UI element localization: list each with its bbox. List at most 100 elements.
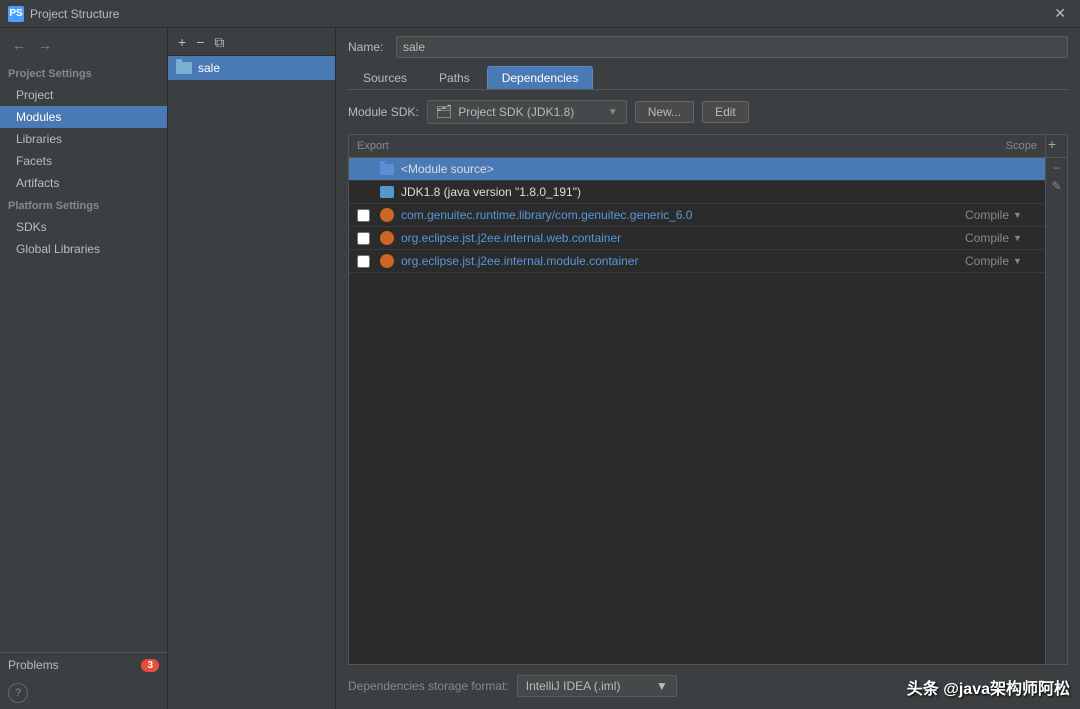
forward-button[interactable]: → <box>34 36 56 54</box>
dep-row-4-check <box>349 255 377 268</box>
module-name: sale <box>198 61 220 75</box>
sdk-dropdown-text: Project SDK (JDK1.8) <box>458 105 602 119</box>
module-list-item-sale[interactable]: sale <box>168 56 335 80</box>
dep-row-4-checkbox[interactable] <box>357 255 370 268</box>
name-input[interactable] <box>396 36 1068 58</box>
dep-row-3-checkbox[interactable] <box>357 232 370 245</box>
module-list-panel: + − ⧉ sale <box>168 28 336 709</box>
sidebar-nav: ← → <box>0 32 167 58</box>
dep-row-3-scope-text: Compile <box>965 231 1009 245</box>
dep-row-2-checkbox[interactable] <box>357 209 370 222</box>
sdk-label: Module SDK: <box>348 105 419 119</box>
dep-row-4-name: org.eclipse.jst.j2ee.internal.module.con… <box>401 254 965 268</box>
col-name-header <box>429 138 955 154</box>
dep-row-3-icon <box>377 231 397 245</box>
problems-label: Problems <box>8 658 59 672</box>
dep-row-2[interactable]: com.genuitec.runtime.library/com.genuite… <box>349 204 1045 227</box>
jdk-icon <box>380 186 394 198</box>
dep-row-1[interactable]: JDK1.8 (java version "1.8.0_191") <box>349 181 1045 204</box>
problems-row[interactable]: Problems 3 <box>0 652 167 677</box>
sidebar-item-artifacts[interactable]: Artifacts <box>0 172 167 194</box>
dep-table: Export Scope + <Module <box>348 134 1068 665</box>
sdk-dropdown-icon: 🗂 <box>436 104 453 120</box>
dep-row-4-icon <box>377 254 397 268</box>
dep-table-header: Export Scope <box>349 135 1045 158</box>
sdk-edit-button[interactable]: Edit <box>702 101 749 123</box>
sidebar-item-global-libraries[interactable]: Global Libraries <box>0 238 167 260</box>
platform-settings-header: Platform Settings <box>0 194 167 216</box>
folder-blue-icon <box>380 164 394 175</box>
sidebar-item-project[interactable]: Project <box>0 84 167 106</box>
dep-minus-button[interactable]: − <box>1051 160 1062 176</box>
help-button[interactable]: ? <box>8 683 28 703</box>
name-row: Name: <box>348 36 1068 58</box>
dep-side-panel: − ✎ <box>1045 158 1067 664</box>
dep-row-4-scope-arrow[interactable]: ▼ <box>1013 256 1022 266</box>
window-title: Project Structure <box>30 7 119 21</box>
name-label: Name: <box>348 40 388 54</box>
dep-row-4-scope-text: Compile <box>965 254 1009 268</box>
storage-format-row: Dependencies storage format: IntelliJ ID… <box>348 675 1068 701</box>
dep-row-1-name: JDK1.8 (java version "1.8.0_191") <box>401 185 965 199</box>
tab-sources[interactable]: Sources <box>348 66 422 89</box>
tabs-row: Sources Paths Dependencies <box>348 66 1068 90</box>
tab-dependencies[interactable]: Dependencies <box>487 66 594 89</box>
jar-icon-2 <box>380 208 394 222</box>
dep-row-3-scope-arrow[interactable]: ▼ <box>1013 233 1022 243</box>
module-folder-icon <box>176 62 192 74</box>
dep-row-2-icon <box>377 208 397 222</box>
col-scope-header: Scope <box>955 138 1045 154</box>
sdk-dropdown-arrow-icon: ▼ <box>608 107 618 118</box>
dep-row-0-icon <box>377 164 397 175</box>
sidebar-item-libraries[interactable]: Libraries <box>0 128 167 150</box>
sidebar-item-sdks[interactable]: SDKs <box>0 216 167 238</box>
sdk-row: Module SDK: 🗂 Project SDK (JDK1.8) ▼ New… <box>348 100 1068 124</box>
module-list-toolbar: + − ⧉ <box>168 28 335 56</box>
dep-row-2-scope-text: Compile <box>965 208 1009 222</box>
copy-module-button[interactable]: ⧉ <box>210 34 228 50</box>
dep-row-3-name: org.eclipse.jst.j2ee.internal.web.contai… <box>401 231 965 245</box>
col-export-header: Export <box>349 138 429 154</box>
dep-row-2-scope: Compile ▼ <box>965 208 1045 222</box>
title-bar: PS Project Structure ✕ <box>0 0 1080 28</box>
dep-row-2-name: com.genuitec.runtime.library/com.genuite… <box>401 208 965 222</box>
tab-paths[interactable]: Paths <box>424 66 485 89</box>
add-dep-button[interactable]: + <box>1046 135 1058 153</box>
storage-label: Dependencies storage format: <box>348 679 509 693</box>
dep-row-0-name: <Module source> <box>401 162 965 176</box>
title-bar-left: PS Project Structure <box>8 6 119 22</box>
jar-icon-3 <box>380 231 394 245</box>
dep-row-4-scope: Compile ▼ <box>965 254 1045 268</box>
close-button[interactable]: ✕ <box>1048 3 1072 24</box>
sdk-new-button[interactable]: New... <box>635 101 694 123</box>
jar-icon-4 <box>380 254 394 268</box>
dep-row-2-check <box>349 209 377 222</box>
dep-table-body-wrapper: <Module source> JDK1.8 (java version "1.… <box>349 158 1067 664</box>
dep-table-body: <Module source> JDK1.8 (java version "1.… <box>349 158 1045 664</box>
storage-dropdown[interactable]: IntelliJ IDEA (.iml) ▼ <box>517 675 677 697</box>
app-icon: PS <box>8 6 24 22</box>
project-settings-header: Project Settings <box>0 62 167 84</box>
dep-row-3-scope: Compile ▼ <box>965 231 1045 245</box>
dep-row-1-icon <box>377 186 397 198</box>
dep-table-header-row: Export Scope + <box>349 135 1067 158</box>
sidebar-item-modules[interactable]: Modules <box>0 106 167 128</box>
storage-dropdown-arrow-icon: ▼ <box>656 679 668 693</box>
back-button[interactable]: ← <box>8 36 30 54</box>
dep-row-2-scope-arrow[interactable]: ▼ <box>1013 210 1022 220</box>
dep-row-4[interactable]: org.eclipse.jst.j2ee.internal.module.con… <box>349 250 1045 273</box>
problems-badge: 3 <box>141 659 159 672</box>
side-panel-header: + <box>1045 135 1067 158</box>
sdk-dropdown[interactable]: 🗂 Project SDK (JDK1.8) ▼ <box>427 100 627 124</box>
add-module-button[interactable]: + <box>174 34 190 50</box>
main-layout: ← → Project Settings Project Modules Lib… <box>0 28 1080 709</box>
dep-row-3[interactable]: org.eclipse.jst.j2ee.internal.web.contai… <box>349 227 1045 250</box>
dep-row-3-check <box>349 232 377 245</box>
sidebar: ← → Project Settings Project Modules Lib… <box>0 28 168 709</box>
remove-module-button[interactable]: − <box>192 34 208 50</box>
sidebar-item-facets[interactable]: Facets <box>0 150 167 172</box>
storage-dropdown-text: IntelliJ IDEA (.iml) <box>526 679 650 693</box>
dep-edit-button[interactable]: ✎ <box>1049 178 1063 194</box>
dep-row-0[interactable]: <Module source> <box>349 158 1045 181</box>
content-area: Name: Sources Paths Dependencies Module … <box>336 28 1080 709</box>
